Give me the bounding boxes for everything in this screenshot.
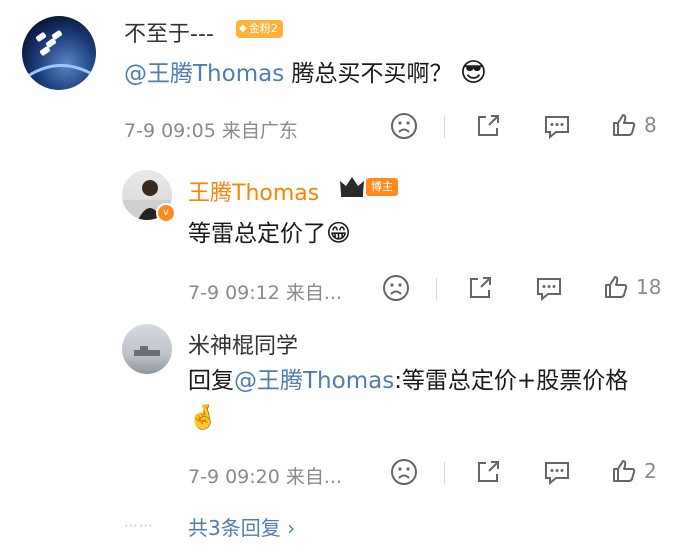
commenter-name[interactable]: 不至于--- xyxy=(124,16,214,48)
like-count: 2 xyxy=(644,459,657,483)
thumbs-up-icon xyxy=(613,114,636,136)
reply-author-name[interactable]: 米神棍同学 xyxy=(188,328,298,360)
share-icon xyxy=(478,115,499,136)
reply-avatar[interactable] xyxy=(122,324,172,374)
share-button[interactable] xyxy=(466,274,494,306)
divider xyxy=(436,278,437,300)
mention-link[interactable]: @王腾Thomas xyxy=(124,61,284,87)
like-button[interactable]: 8 xyxy=(610,111,657,139)
reply-meta: 7-9 09:20 来自... xyxy=(188,466,342,488)
like-button[interactable]: 18 xyxy=(602,273,661,301)
like-count: 18 xyxy=(636,275,662,299)
comment-bubble-icon xyxy=(537,278,561,302)
diamond-icon: ◆ xyxy=(239,23,247,34)
divider xyxy=(444,116,445,138)
thumbs-up-icon xyxy=(613,460,636,482)
reply-text: 回复@王腾Thomas:等雷总定价+股票价格🤞 xyxy=(188,368,629,431)
comment-button[interactable] xyxy=(542,458,572,490)
share-icon xyxy=(478,461,499,482)
reply-meta: 7-9 09:12 来自... xyxy=(188,282,342,304)
comment-button[interactable] xyxy=(534,274,564,306)
comment-bubble-icon xyxy=(545,462,569,486)
author-badge: 博主 xyxy=(366,178,398,196)
fan-level-badge: ◆ 金粉2 xyxy=(236,20,283,38)
like-button[interactable]: 2 xyxy=(610,457,657,485)
more-replies-dots: ⋯⋯ xyxy=(124,518,154,534)
like-count: 8 xyxy=(644,113,657,137)
reply-text: 等雷总定价了😁 xyxy=(188,219,352,247)
divider xyxy=(444,462,445,484)
share-button[interactable] xyxy=(474,112,502,144)
comment-meta: 7-9 09:05 来自广东 xyxy=(124,120,298,142)
dislike-button[interactable] xyxy=(382,274,410,306)
comment-bubble-icon xyxy=(545,116,569,140)
mention-link[interactable]: @王腾Thomas xyxy=(234,368,394,394)
dislike-button[interactable] xyxy=(390,458,418,490)
verified-icon: v xyxy=(156,203,176,223)
grin-emoji-icon: 😁 xyxy=(326,219,352,247)
frown-face-icon xyxy=(383,275,409,301)
more-replies-link[interactable]: 共3条回复 › xyxy=(188,512,295,541)
dislike-button[interactable] xyxy=(390,112,418,144)
reply-author-name[interactable]: 王腾Thomas xyxy=(188,175,319,207)
frown-face-icon xyxy=(391,113,417,139)
commenter-avatar[interactable] xyxy=(22,16,96,90)
comment-button[interactable] xyxy=(542,112,572,144)
share-button[interactable] xyxy=(474,458,502,490)
crown-icon xyxy=(338,174,366,202)
crossed-fingers-emoji-icon: 🤞 xyxy=(188,403,218,431)
comment-text: @王腾Thomas 腾总买不买啊？ 😎 xyxy=(124,58,487,88)
frown-face-icon xyxy=(391,459,417,485)
sunglasses-emoji-icon: 😎 xyxy=(459,58,487,88)
share-icon xyxy=(470,277,491,298)
thumbs-up-icon xyxy=(605,276,628,298)
